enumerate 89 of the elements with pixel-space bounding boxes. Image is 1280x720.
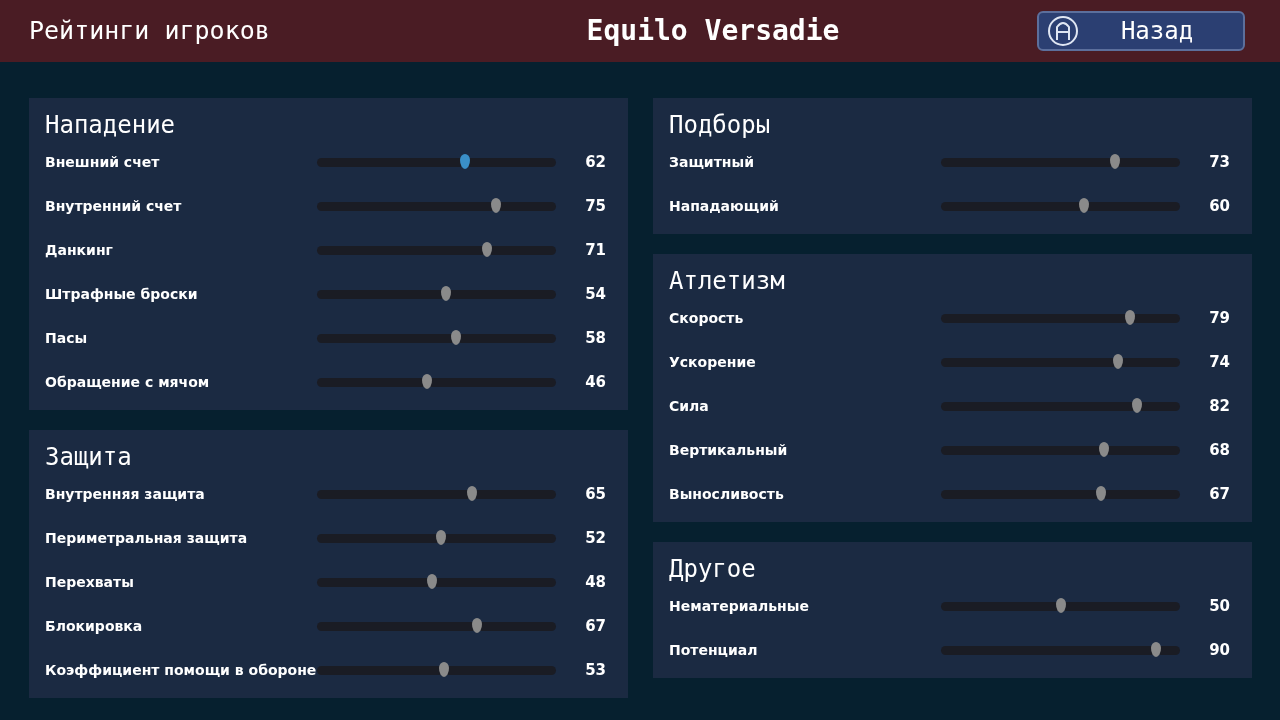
rating-label: Периметральная защита — [45, 528, 249, 548]
rating-label: Коэффициент помощи в обороне — [45, 660, 317, 680]
slider-thumb[interactable] — [1110, 153, 1121, 169]
slider-thumb[interactable] — [1079, 197, 1090, 213]
rating-slider[interactable] — [941, 445, 1180, 455]
slider-thumb[interactable] — [1055, 597, 1066, 613]
rating-label: Сила — [669, 396, 710, 416]
rating-value: 68 — [1208, 439, 1231, 461]
rating-value: 73 — [1208, 151, 1231, 173]
rating-label: Внутренний счет — [45, 196, 183, 216]
rating-slider[interactable] — [317, 533, 556, 543]
rating-value: 62 — [584, 151, 607, 173]
rating-value: 60 — [1208, 195, 1231, 217]
rating-label: Внешний счет — [45, 152, 161, 172]
rating-slider[interactable] — [941, 157, 1180, 167]
rating-slider[interactable] — [317, 333, 556, 343]
rating-slider[interactable] — [317, 289, 556, 299]
player-name: Equilo Versadie — [586, 13, 840, 49]
rating-value: 46 — [584, 371, 607, 393]
rating-label: Скорость — [669, 308, 745, 328]
rating-value: 67 — [584, 615, 607, 637]
rating-value: 48 — [584, 571, 607, 593]
rating-label: Вертикальный — [669, 440, 789, 460]
a-key-icon — [1047, 15, 1079, 47]
rating-label: Потенциал — [669, 640, 759, 660]
slider-thumb[interactable] — [438, 661, 449, 677]
rating-label: Блокировка — [45, 616, 144, 636]
rating-label: Штрафные броски — [45, 284, 199, 304]
slider-thumb[interactable] — [1131, 397, 1142, 413]
slider-thumb[interactable] — [472, 617, 483, 633]
back-button[interactable]: Назад — [1037, 11, 1245, 51]
slider-thumb[interactable] — [1151, 641, 1162, 657]
rating-value: 71 — [584, 239, 607, 261]
rating-slider[interactable] — [941, 201, 1180, 211]
rating-value: 58 — [584, 327, 607, 349]
rating-value: 79 — [1208, 307, 1231, 329]
section-title: Другое — [669, 554, 757, 584]
rating-label: Нематериальные — [669, 596, 810, 616]
rating-value: 82 — [1208, 395, 1231, 417]
rating-value: 52 — [584, 527, 607, 549]
rating-label: Нападающий — [669, 196, 780, 216]
section-title: Подборы — [669, 110, 772, 140]
rating-slider[interactable] — [317, 157, 556, 167]
rating-slider[interactable] — [941, 645, 1180, 655]
section-title: Защита — [45, 442, 133, 472]
slider-thumb[interactable] — [450, 329, 461, 345]
slider-thumb[interactable] — [1096, 485, 1107, 501]
screen-title: Рейтинги игроков — [29, 15, 271, 48]
section-title: Нападение — [45, 110, 177, 140]
slider-thumb[interactable] — [481, 241, 492, 257]
rating-slider[interactable] — [317, 377, 556, 387]
slider-thumb[interactable] — [467, 485, 478, 501]
rating-label: Пасы — [45, 328, 89, 348]
rating-slider[interactable] — [317, 577, 556, 587]
rating-value: 75 — [584, 195, 607, 217]
rating-label: Ускорение — [669, 352, 757, 372]
rating-slider[interactable] — [941, 357, 1180, 367]
slider-thumb[interactable] — [441, 285, 452, 301]
slider-thumb[interactable] — [1124, 309, 1135, 325]
rating-value: 50 — [1208, 595, 1231, 617]
rating-value: 54 — [584, 283, 607, 305]
rating-value: 67 — [1208, 483, 1231, 505]
rating-label: Внутренняя защита — [45, 484, 206, 504]
rating-label: Данкинг — [45, 240, 114, 260]
rating-slider[interactable] — [941, 401, 1180, 411]
rating-slider[interactable] — [317, 665, 556, 675]
rating-value: 53 — [584, 659, 607, 681]
rating-slider[interactable] — [941, 489, 1180, 499]
rating-value: 90 — [1208, 639, 1231, 661]
rating-slider[interactable] — [941, 313, 1180, 323]
rating-value: 74 — [1208, 351, 1231, 373]
rating-slider[interactable] — [941, 601, 1180, 611]
rating-slider[interactable] — [317, 245, 556, 255]
rating-value: 65 — [584, 483, 607, 505]
rating-slider[interactable] — [317, 201, 556, 211]
slider-thumb[interactable] — [436, 529, 447, 545]
rating-label: Выносливость — [669, 484, 785, 504]
slider-thumb[interactable] — [460, 153, 471, 169]
rating-slider[interactable] — [317, 621, 556, 631]
rating-label: Обращение с мячом — [45, 372, 211, 392]
slider-thumb[interactable] — [421, 373, 432, 389]
slider-thumb[interactable] — [1112, 353, 1123, 369]
slider-thumb[interactable] — [491, 197, 502, 213]
slider-thumb[interactable] — [426, 573, 437, 589]
slider-thumb[interactable] — [1098, 441, 1109, 457]
section-title: Атлетизм — [669, 266, 786, 296]
rating-label: Защитный — [669, 152, 755, 172]
rating-label: Перехваты — [45, 572, 135, 592]
rating-slider[interactable] — [317, 489, 556, 499]
